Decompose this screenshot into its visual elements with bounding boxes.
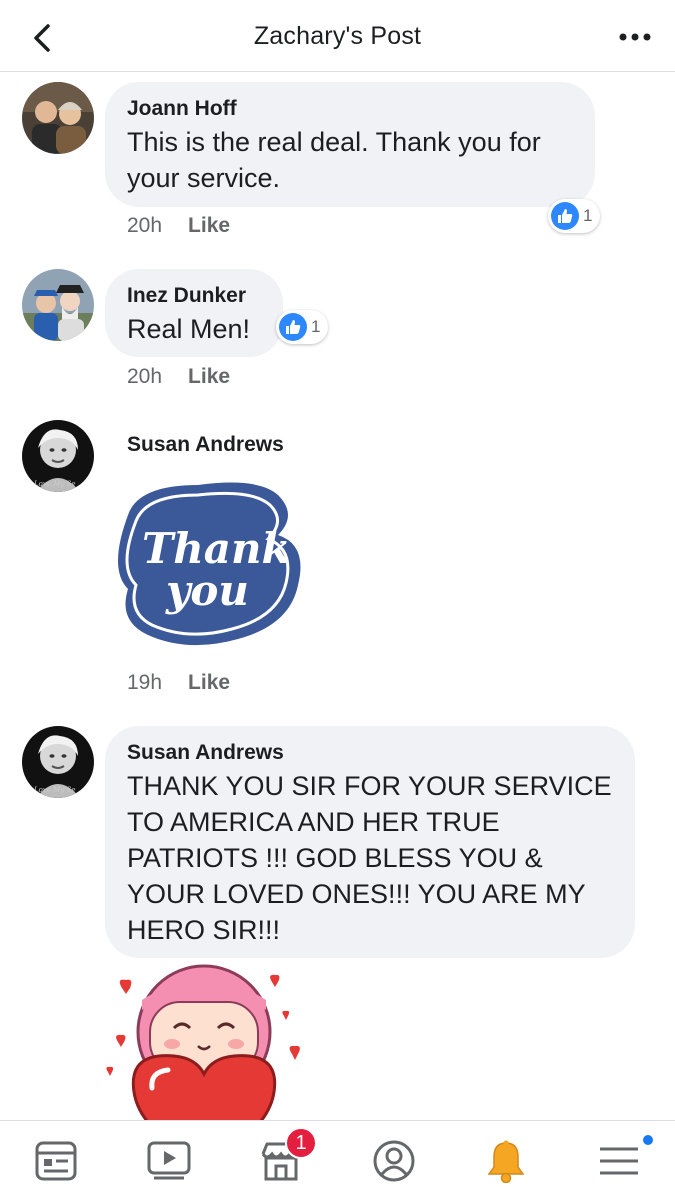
reaction-summary[interactable]: 1 [548,199,601,233]
tab-marketplace[interactable]: 1 [225,1121,338,1200]
new-activity-dot [641,1133,655,1147]
svg-text:Love My Se: Love My Se [33,786,75,794]
thank-you-sticker[interactable]: Thank you [108,475,304,655]
like-button[interactable]: Like [188,365,230,388]
tab-menu[interactable] [563,1121,675,1200]
comment-bubble[interactable]: Inez Dunker Real Men! [105,269,283,357]
svg-text:Love My Se: Love My Se [33,480,75,488]
more-options-button[interactable] [613,20,657,54]
avatar-photo: Love My Se [22,726,94,798]
avatar[interactable] [22,269,94,341]
tab-watch[interactable] [113,1121,226,1200]
comment-text: THANK YOU SIR FOR YOUR SERVICE TO AMERIC… [127,771,612,945]
comment-author[interactable]: Susan Andrews [127,740,613,766]
comment-bubble[interactable]: Susan Andrews THANK YOU SIR FOR YOUR SER… [105,726,635,958]
reaction-count: 1 [311,317,321,336]
avatar[interactable] [22,82,94,154]
reaction-count: 1 [583,206,593,225]
tab-profile[interactable] [338,1121,451,1200]
like-button[interactable]: Like [188,214,230,237]
watch-icon [147,1141,191,1179]
comment-text: Real Men! [127,314,251,344]
avatar[interactable]: Love My Se [22,420,94,492]
comment-time: 20h [127,214,163,237]
avatar-photo [22,82,94,154]
news-feed-icon [35,1141,77,1180]
like-button[interactable]: Like [188,671,230,694]
marketplace-badge: 1 [285,1127,317,1159]
thumbs-up-icon [279,313,307,341]
thumbs-up-icon [551,202,579,230]
comment-meta: 20h Like [127,214,230,238]
sticker-graphic: Thank you [118,482,301,646]
comment-meta: 19h Like [127,671,230,695]
tab-notifications[interactable] [450,1121,563,1200]
comment-text: This is the real deal. Thank you for you… [127,127,541,193]
profile-icon [373,1140,415,1181]
comment-author[interactable]: Inez Dunker [127,283,261,309]
tab-news-feed[interactable] [0,1121,113,1200]
comment-bubble[interactable]: Joann Hoff This is the real deal. Thank … [105,82,595,207]
comment-author[interactable]: Susan Andrews [127,433,284,457]
heart-girl-sticker[interactable] [100,962,310,1120]
comment-time: 19h [127,671,163,694]
comment-meta: 20h Like [127,365,230,389]
avatar-photo [22,269,94,341]
avatar[interactable]: Love My Se [22,726,94,798]
notifications-icon [487,1140,525,1183]
comment-time: 20h [127,365,163,388]
top-bar: Zachary's Post [0,0,675,72]
comment-author[interactable]: Joann Hoff [127,96,573,122]
more-horizontal-icon [619,33,651,41]
menu-icon [599,1147,638,1174]
sticker-graphic [106,964,300,1120]
bottom-tab-bar: 1 [0,1120,675,1200]
avatar-photo: Love My Se [22,420,94,492]
page-title: Zachary's Post [253,22,422,50]
reaction-summary[interactable]: 1 [276,310,329,344]
